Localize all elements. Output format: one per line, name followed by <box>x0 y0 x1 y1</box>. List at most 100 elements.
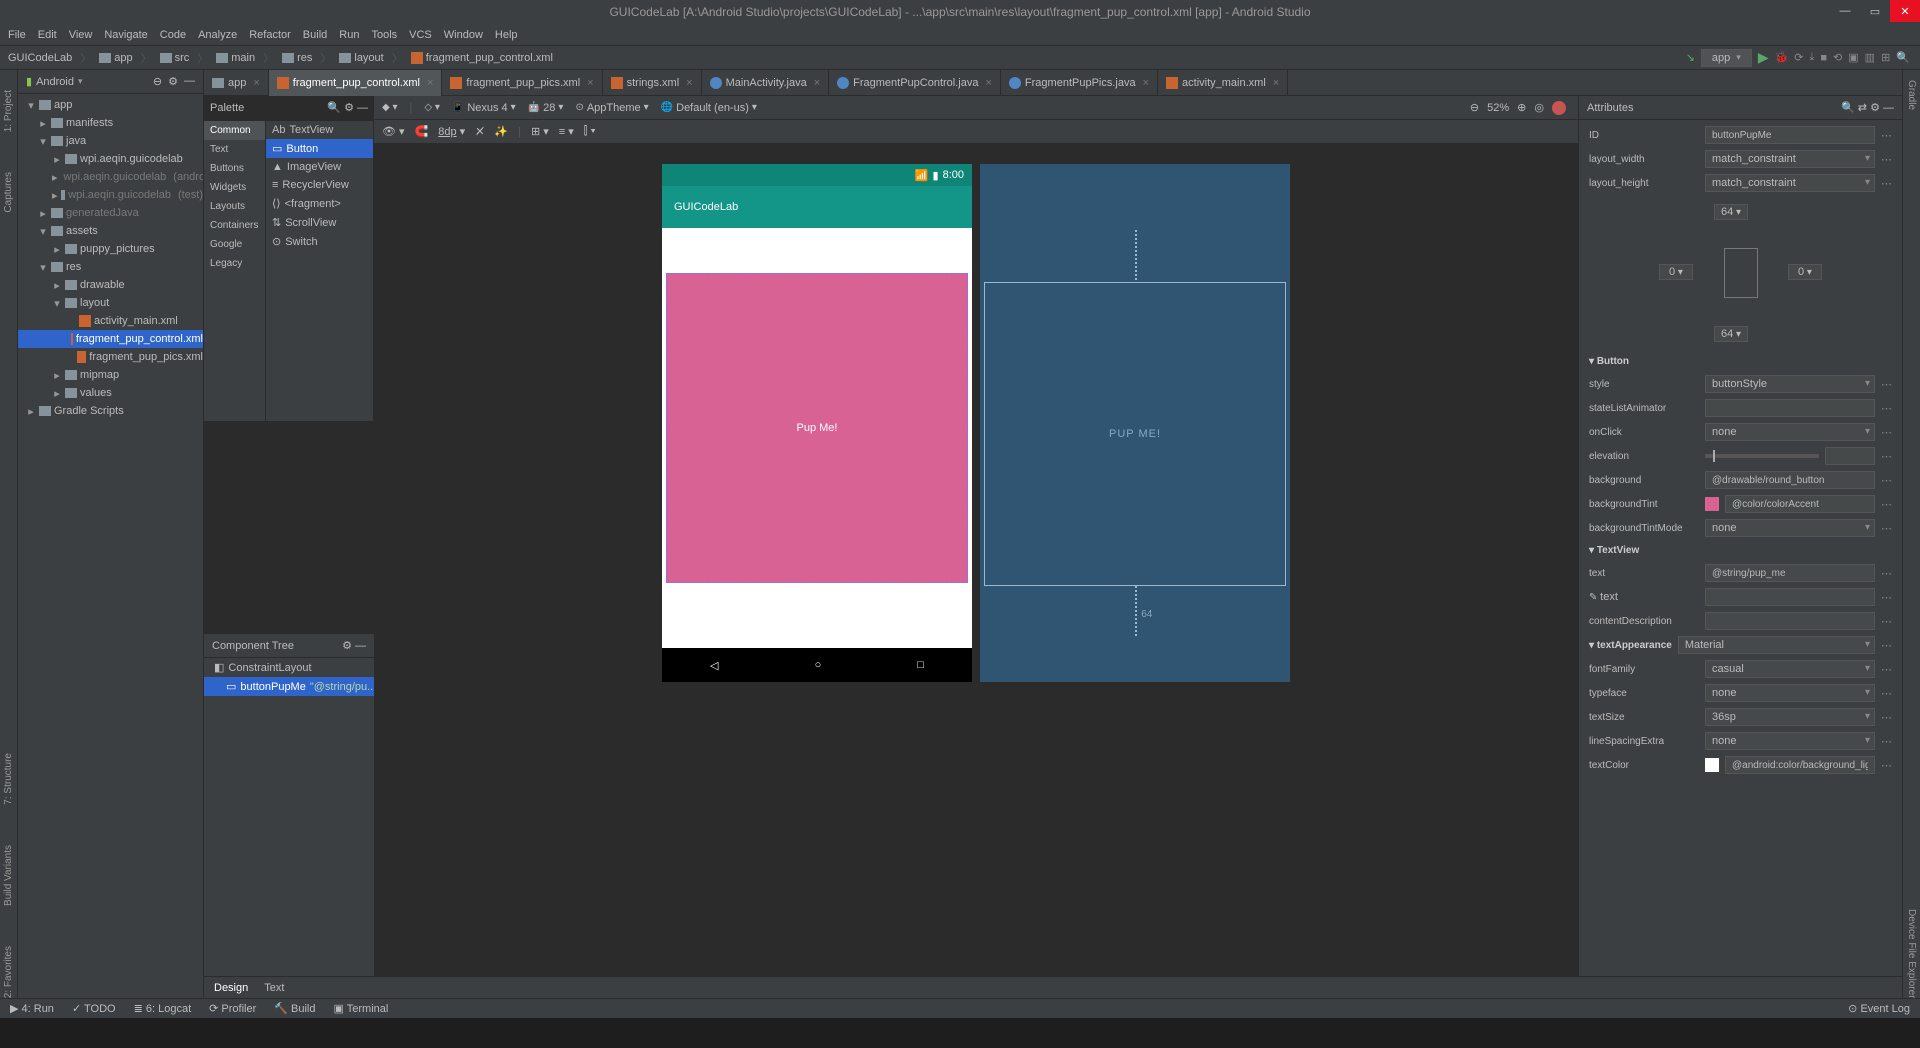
tab-close-icon[interactable]: × <box>427 77 433 89</box>
editor-tab[interactable]: fragment_pup_control.xml× <box>269 70 443 96</box>
tint-chip[interactable] <box>1705 497 1719 511</box>
rail-captures[interactable]: Captures <box>3 172 14 213</box>
pal-button[interactable]: ▭Button <box>266 139 373 158</box>
design-surface-combo[interactable]: ◆ ▾ <box>382 102 398 113</box>
blueprint-button[interactable]: PUP ME! <box>984 282 1286 586</box>
zoom-fit-button[interactable]: ◎ <box>1534 101 1544 114</box>
style-combo[interactable]: buttonStyle <box>1705 375 1875 393</box>
guideline-icon[interactable]: ⫿ ▾ <box>584 125 596 138</box>
tree-row[interactable]: ▸Gradle Scripts <box>18 402 203 420</box>
pal-cat-text[interactable]: Text <box>204 140 265 159</box>
text-input[interactable] <box>1705 564 1875 582</box>
tree-row[interactable]: ▾app <box>18 96 203 114</box>
tab-close-icon[interactable]: × <box>814 77 820 89</box>
section-textapp[interactable]: textAppearance <box>1589 638 1672 653</box>
menu-tools[interactable]: Tools <box>371 29 397 41</box>
left-margin[interactable]: 0 ▾ <box>1659 264 1693 280</box>
minimize-button[interactable]: — <box>1830 0 1860 22</box>
editor-tab[interactable]: strings.xml× <box>603 70 702 96</box>
pal-scrollview[interactable]: ⇅ScrollView <box>266 213 373 232</box>
editor-tab[interactable]: FragmentPupControl.java× <box>829 70 1001 96</box>
bc-layout[interactable]: layout <box>339 52 383 64</box>
terminal-tool[interactable]: ▣ Terminal <box>334 1002 389 1015</box>
pal-cat-containers[interactable]: Containers <box>204 216 265 235</box>
close-button[interactable]: ✕ <box>1890 0 1920 22</box>
editor-tab[interactable]: fragment_pup_pics.xml× <box>442 70 602 96</box>
tree-row[interactable]: ▸wpi.aeqin.guicodelab <box>18 150 203 168</box>
gear-icon[interactable]: ⚙ <box>344 102 354 114</box>
tab-close-icon[interactable]: × <box>253 77 259 89</box>
layout-body[interactable]: Pup Me! <box>662 228 972 648</box>
clear-icon[interactable]: ✕̸ <box>475 125 484 138</box>
tree-row[interactable]: ▸values <box>18 384 203 402</box>
constraint-box[interactable] <box>1724 248 1758 298</box>
font-combo[interactable]: casual <box>1705 660 1875 678</box>
top-margin[interactable]: 64 ▾ <box>1714 204 1748 220</box>
zoom-out-button[interactable]: ⊖ <box>1470 101 1479 114</box>
section-button[interactable]: Button <box>1589 354 1892 369</box>
elevation-slider[interactable] <box>1705 454 1819 458</box>
pal-cat-widgets[interactable]: Widgets <box>204 178 265 197</box>
text-tab[interactable]: Text <box>264 982 284 994</box>
rail-structure[interactable]: 7: Structure <box>3 753 14 805</box>
collapse-icon[interactable]: ⊖ <box>153 75 162 88</box>
make-icon[interactable]: ↘ <box>1686 51 1695 64</box>
id-input[interactable] <box>1705 126 1875 144</box>
menu-vcs[interactable]: VCS <box>409 29 432 41</box>
pal-textview[interactable]: AbTextView <box>266 121 373 139</box>
structure-button[interactable]: ⊞ <box>1881 51 1890 64</box>
pal-cat-common[interactable]: Common <box>204 121 265 140</box>
textcolor-input[interactable] <box>1725 756 1875 774</box>
tab-close-icon[interactable]: × <box>686 77 692 89</box>
hide-icon[interactable]: — <box>355 640 366 652</box>
pal-recyclerview[interactable]: ≡RecyclerView <box>266 176 373 194</box>
pal-cat-buttons[interactable]: Buttons <box>204 159 265 178</box>
logcat-tool[interactable]: ≣ 6: Logcat <box>134 1002 192 1015</box>
eventlog-tool[interactable]: ⊙ Event Log <box>1848 1002 1910 1015</box>
right-margin[interactable]: 0 ▾ <box>1788 264 1822 280</box>
editor-tab[interactable]: FragmentPupPics.java× <box>1001 70 1158 96</box>
onclick-combo[interactable]: none <box>1705 423 1875 441</box>
hide-icon[interactable]: — <box>184 75 195 88</box>
tab-close-icon[interactable]: × <box>1273 77 1279 89</box>
linespacing-combo[interactable]: none <box>1705 732 1875 750</box>
expand-icon[interactable]: ⇄ <box>1858 102 1867 114</box>
background-input[interactable] <box>1705 471 1875 489</box>
build-tool[interactable]: 🔨 Build <box>274 1002 315 1015</box>
gear-icon[interactable]: ⚙ <box>342 640 352 652</box>
profiler-tool[interactable]: ⟳ Profiler <box>209 1002 256 1015</box>
tree-row[interactable]: activity_main.xml <box>18 312 203 330</box>
design-tab[interactable]: Design <box>214 982 248 994</box>
search-icon[interactable]: 🔍 <box>327 102 341 114</box>
editor-tab[interactable]: activity_main.xml× <box>1158 70 1288 96</box>
text2-input[interactable] <box>1705 588 1875 606</box>
hide-icon[interactable]: — <box>357 102 368 114</box>
textapp-combo[interactable]: Material <box>1678 636 1875 654</box>
tab-close-icon[interactable]: × <box>587 77 593 89</box>
gear-icon[interactable]: ⚙ <box>168 75 178 88</box>
pal-switch[interactable]: ⊙Switch <box>266 232 373 251</box>
run-button[interactable]: ▶ <box>1758 49 1769 66</box>
sdk-button[interactable]: ▥ <box>1865 51 1875 64</box>
menu-code[interactable]: Code <box>160 29 186 41</box>
width-combo[interactable]: match_constraint <box>1705 150 1875 168</box>
blueprint-preview[interactable]: PUP ME! 64 <box>980 164 1290 682</box>
menu-help[interactable]: Help <box>495 29 518 41</box>
canvas-surface[interactable]: 📶 ▮ 8:00 GUICodeLab Pup Me! ◁ ○ □ <box>374 144 1578 976</box>
tab-close-icon[interactable]: × <box>1143 77 1149 89</box>
run-config-combo[interactable]: app▾ <box>1701 49 1752 67</box>
comp-root[interactable]: ◧ConstraintLayout <box>204 658 374 677</box>
magnet-icon[interactable]: 🧲 <box>415 125 429 138</box>
device-preview[interactable]: 📶 ▮ 8:00 GUICodeLab Pup Me! ◁ ○ □ <box>662 164 972 682</box>
pal-cat-layouts[interactable]: Layouts <box>204 197 265 216</box>
tint-input[interactable] <box>1725 495 1875 513</box>
tree-row[interactable]: ▸mipmap <box>18 366 203 384</box>
maximize-button[interactable]: ▭ <box>1860 0 1890 22</box>
bc-src[interactable]: src <box>160 52 190 64</box>
typeface-combo[interactable]: none <box>1705 684 1875 702</box>
pack-icon[interactable]: ⊞ ▾ <box>531 125 549 138</box>
rail-build-variants[interactable]: Build Variants <box>3 845 14 906</box>
run-tool[interactable]: ▶ 4: Run <box>10 1002 54 1015</box>
menu-view[interactable]: View <box>69 29 93 41</box>
pal-cat-google[interactable]: Google <box>204 235 265 254</box>
